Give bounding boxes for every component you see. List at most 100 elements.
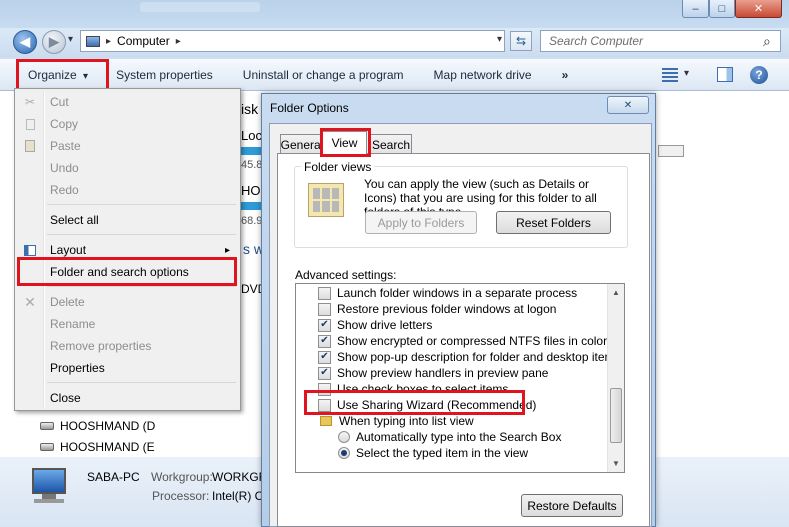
maximize-button[interactable]: □ xyxy=(709,0,735,18)
setting-show-encrypted-color[interactable]: ✔ Show encrypted or compressed NTFS files… xyxy=(318,333,607,349)
dialog-close-button[interactable]: ✕ xyxy=(607,96,649,114)
refresh-button[interactable]: ⇆ xyxy=(510,31,532,51)
menu-item-folder-and-search-options[interactable]: Folder and search options xyxy=(17,261,238,283)
reset-folders-button[interactable]: Reset Folders xyxy=(496,211,611,234)
menu-item-select-all[interactable]: Select all xyxy=(17,209,238,231)
layout-icon xyxy=(22,242,38,258)
radio-button-selected[interactable] xyxy=(338,447,350,459)
view-options-dropdown[interactable]: ▾ xyxy=(684,68,689,79)
organize-label: Organize xyxy=(28,67,77,82)
checkbox[interactable] xyxy=(318,286,331,300)
setting-use-sharing-wizard[interactable]: Use Sharing Wizard (Recommended) xyxy=(318,397,536,413)
menu-item-paste[interactable]: Paste xyxy=(17,135,238,157)
processor-value: Intel(R) C xyxy=(212,489,264,503)
menu-item-label: Properties xyxy=(50,361,105,375)
radio-button[interactable] xyxy=(338,431,350,443)
organize-button[interactable]: Organize ▾ xyxy=(0,68,105,82)
preview-pane-icon[interactable] xyxy=(717,67,733,82)
menu-separator xyxy=(47,204,236,205)
setting-label: Show encrypted or compressed NTFS files … xyxy=(337,334,608,348)
menu-item-close[interactable]: Close xyxy=(17,387,238,409)
setting-show-preview-handlers[interactable]: ✔ Show preview handlers in preview pane xyxy=(318,365,548,381)
folder-icon xyxy=(320,416,332,426)
change-view-icon[interactable] xyxy=(662,68,678,82)
menu-item-label: Delete xyxy=(50,295,85,309)
back-button[interactable]: ◀ xyxy=(13,30,37,54)
copy-icon xyxy=(22,116,38,132)
checkbox[interactable] xyxy=(318,302,331,316)
checkbox-checked[interactable]: ✔ xyxy=(318,318,331,332)
setting-show-popup-description[interactable]: ✔ Show pop-up description for folder and … xyxy=(318,349,621,365)
setting-show-drive-letters[interactable]: ✔ Show drive letters xyxy=(318,317,432,333)
tab-search[interactable]: Search xyxy=(370,134,412,154)
setting-label: Automatically type into the Search Box xyxy=(356,430,562,444)
checkbox-checked[interactable]: ✔ xyxy=(318,350,331,364)
setting-select-typed-item[interactable]: Select the typed item in the view xyxy=(338,445,528,461)
uninstall-program-button[interactable]: Uninstall or change a program xyxy=(228,68,419,82)
menu-item-properties[interactable]: Properties xyxy=(17,357,238,379)
workgroup-value: WORKGR xyxy=(212,470,268,484)
drive-item-e[interactable]: HOOSHMAND (E xyxy=(40,440,155,454)
setting-launch-separate-process[interactable]: Launch folder windows in a separate proc… xyxy=(318,285,577,301)
menu-item-label: Undo xyxy=(50,161,79,175)
menu-item-remove-properties[interactable]: Remove properties xyxy=(17,335,238,357)
tab-general[interactable]: General xyxy=(280,134,324,154)
apply-to-folders-button[interactable]: Apply to Folders xyxy=(365,211,477,234)
pc-name: SABA-PC xyxy=(87,470,140,484)
drive-label: HOOSHMAND (E xyxy=(60,440,155,454)
setting-label: Select the typed item in the view xyxy=(356,446,529,460)
recent-pages-dropdown[interactable]: ▾ xyxy=(68,34,73,45)
more-commands-button[interactable]: » xyxy=(547,68,584,82)
checkbox-checked[interactable]: ✔ xyxy=(318,334,331,348)
system-properties-button[interactable]: System properties xyxy=(105,68,228,82)
forward-button[interactable]: ▶ xyxy=(42,30,66,54)
menu-item-label: Paste xyxy=(50,139,81,153)
address-separator-icon[interactable]: ▸ xyxy=(106,36,111,47)
menu-item-delete[interactable]: ✕ Delete xyxy=(17,291,238,313)
computer-icon xyxy=(86,35,100,47)
address-bar[interactable]: ▸ Computer ▸ xyxy=(80,30,505,52)
search-placeholder: Search Computer xyxy=(549,34,644,48)
menu-item-redo[interactable]: Redo xyxy=(17,179,238,201)
scroll-thumb[interactable] xyxy=(610,388,622,443)
setting-restore-previous-windows[interactable]: Restore previous folder windows at logon xyxy=(318,301,556,317)
menu-item-label: Redo xyxy=(50,183,79,197)
menu-item-copy[interactable]: Copy xyxy=(17,113,238,135)
drive-label: HOOSHMAND (D xyxy=(60,419,156,433)
checkbox-checked[interactable]: ✔ xyxy=(318,366,331,380)
menu-item-undo[interactable]: Undo xyxy=(17,157,238,179)
scroll-up-icon[interactable]: ▲ xyxy=(608,284,624,301)
close-window-button[interactable]: ✕ xyxy=(735,0,782,18)
drive-icon xyxy=(40,443,54,451)
restore-defaults-button[interactable]: Restore Defaults xyxy=(521,494,623,517)
checkbox[interactable] xyxy=(318,398,331,412)
drive-item-d[interactable]: HOOSHMAND (D xyxy=(40,419,155,433)
map-network-drive-button[interactable]: Map network drive xyxy=(419,68,547,82)
cut-icon: ✂ xyxy=(24,95,36,109)
setting-auto-type-search-box[interactable]: Automatically type into the Search Box xyxy=(338,429,561,445)
advanced-settings-list[interactable]: Launch folder windows in a separate proc… xyxy=(295,283,625,473)
window-title-bar xyxy=(0,0,789,28)
tab-view[interactable]: View xyxy=(322,131,367,154)
help-icon[interactable]: ? xyxy=(750,66,768,84)
menu-separator xyxy=(47,286,236,287)
search-input[interactable]: Search Computer xyxy=(540,30,781,52)
setting-use-check-boxes[interactable]: Use check boxes to select items xyxy=(318,381,508,397)
dialog-title: Folder Options xyxy=(270,101,349,115)
minimize-button[interactable]: – xyxy=(682,0,709,18)
address-forward-separator-icon[interactable]: ▸ xyxy=(176,36,181,47)
scroll-down-icon[interactable]: ▼ xyxy=(608,455,624,472)
menu-item-layout[interactable]: Layout ▸ xyxy=(17,239,238,261)
processor-label: Processor: xyxy=(152,489,210,503)
drive-icon xyxy=(40,422,54,430)
menu-item-cut[interactable]: ✂ Cut xyxy=(17,91,238,113)
menu-item-rename[interactable]: Rename xyxy=(17,313,238,335)
setting-label: Show drive letters xyxy=(337,318,433,332)
address-location[interactable]: Computer xyxy=(117,34,170,48)
address-dropdown-button[interactable]: ▾ xyxy=(497,34,502,45)
menu-item-label: Layout xyxy=(50,243,87,257)
checkbox[interactable] xyxy=(318,382,331,396)
search-icon[interactable]: ⌕ xyxy=(763,33,771,50)
advanced-settings-label: Advanced settings: xyxy=(295,268,397,282)
settings-scrollbar[interactable]: ▲ ▼ xyxy=(607,284,624,472)
